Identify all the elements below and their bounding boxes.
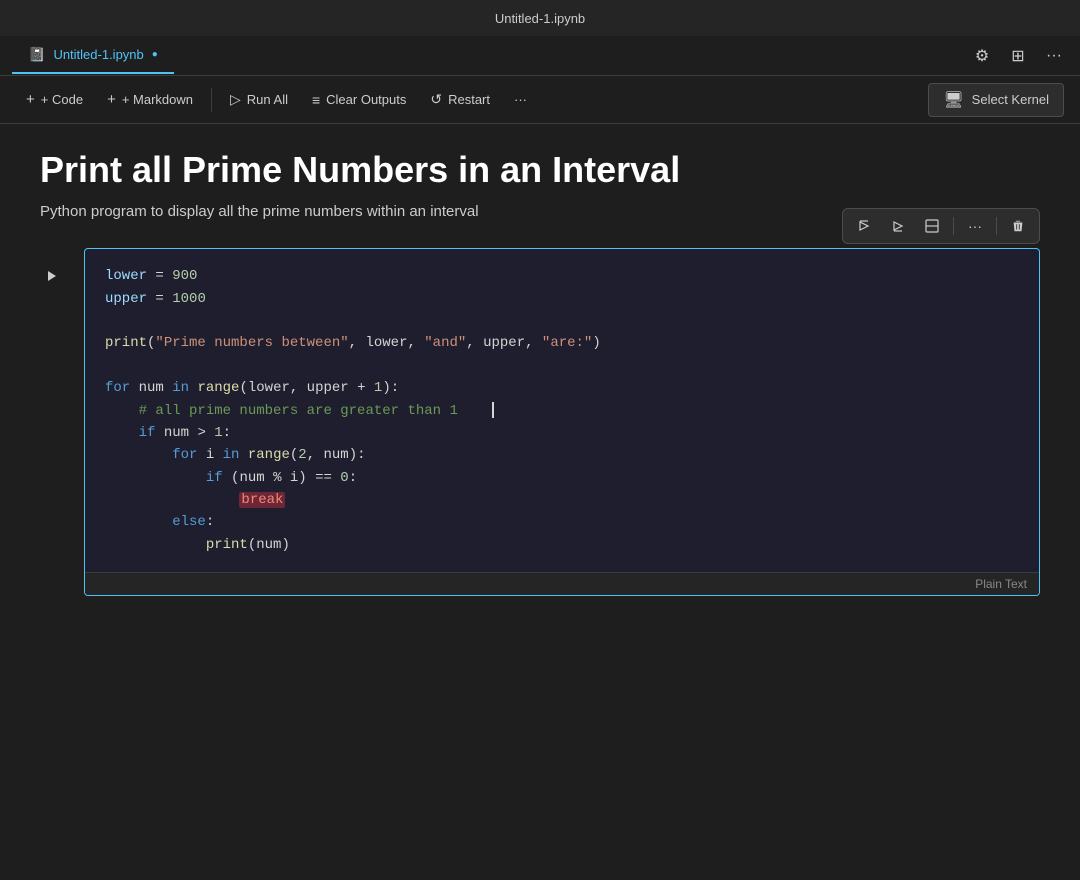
cell-toolbar: ··· (842, 208, 1040, 244)
clear-outputs-button[interactable]: ≡ Clear Outputs (302, 84, 416, 116)
clear-outputs-icon: ≡ (312, 92, 320, 108)
add-markdown-button[interactable]: + + Markdown (97, 84, 203, 116)
tab-untitled[interactable]: 📓 Untitled-1.ipynb ● (12, 38, 174, 74)
cell-toolbar-sep2 (996, 217, 997, 235)
restart-button[interactable]: ↺ Restart (420, 84, 500, 116)
notebook-area: Print all Prime Numbers in an Interval P… (0, 124, 1080, 880)
select-kernel-button[interactable]: 🖥 Select Kernel (928, 83, 1064, 117)
split-cell-button[interactable] (917, 213, 947, 239)
run-all-button[interactable]: ▷ Run All (220, 84, 298, 116)
run-below-button[interactable] (883, 213, 913, 239)
add-markdown-icon: + (107, 91, 116, 108)
toolbar-separator-1 (211, 88, 212, 112)
restart-icon: ↺ (430, 91, 442, 108)
notebook-title: Print all Prime Numbers in an Interval (40, 148, 1040, 191)
settings-button[interactable]: ⚙ (968, 42, 996, 70)
add-markdown-label: + Markdown (122, 92, 193, 107)
layout-button[interactable]: ⊞ (1004, 42, 1032, 70)
clear-outputs-label: Clear Outputs (326, 92, 406, 107)
title-bar: Untitled-1.ipynb (0, 0, 1080, 36)
kernel-icon: 🖥 (943, 90, 963, 110)
tab-bar-actions: ⚙ ⊞ ··· (968, 42, 1068, 70)
toolbar-more-button[interactable]: ··· (504, 84, 537, 116)
run-all-label: Run All (247, 92, 288, 107)
add-code-button[interactable]: + + Code (16, 84, 93, 116)
cell-toolbar-sep (953, 217, 954, 235)
toolbar-more-label: ··· (514, 92, 527, 107)
run-above-button[interactable] (849, 213, 879, 239)
code-status-bar: Plain Text (85, 572, 1039, 595)
cell-wrapper: ··· lower = 900 upper = 1000 print("Prim… (40, 248, 1040, 596)
tab-modified-dot: ● (152, 49, 158, 60)
run-all-icon: ▷ (230, 91, 241, 108)
add-code-icon: + (26, 91, 35, 108)
window-title: Untitled-1.ipynb (495, 11, 585, 26)
tab-label: Untitled-1.ipynb (53, 47, 143, 62)
code-content[interactable]: lower = 900 upper = 1000 print("Prime nu… (85, 249, 1039, 572)
cell-gutter (40, 248, 72, 288)
cell-more-button[interactable]: ··· (960, 213, 990, 239)
tab-bar: 📓 Untitled-1.ipynb ● ⚙ ⊞ ··· (0, 36, 1080, 76)
delete-cell-button[interactable] (1003, 213, 1033, 239)
cell-run-button[interactable] (40, 264, 64, 288)
more-button[interactable]: ··· (1040, 42, 1068, 70)
code-cell[interactable]: lower = 900 upper = 1000 print("Prime nu… (84, 248, 1040, 596)
select-kernel-label: Select Kernel (972, 92, 1049, 107)
restart-label: Restart (448, 92, 490, 107)
add-code-label: + Code (41, 92, 83, 107)
tab-file-icon: 📓 (28, 46, 45, 63)
notebook-toolbar: + + Code + + Markdown ▷ Run All ≡ Clear … (0, 76, 1080, 124)
language-label: Plain Text (975, 577, 1027, 591)
